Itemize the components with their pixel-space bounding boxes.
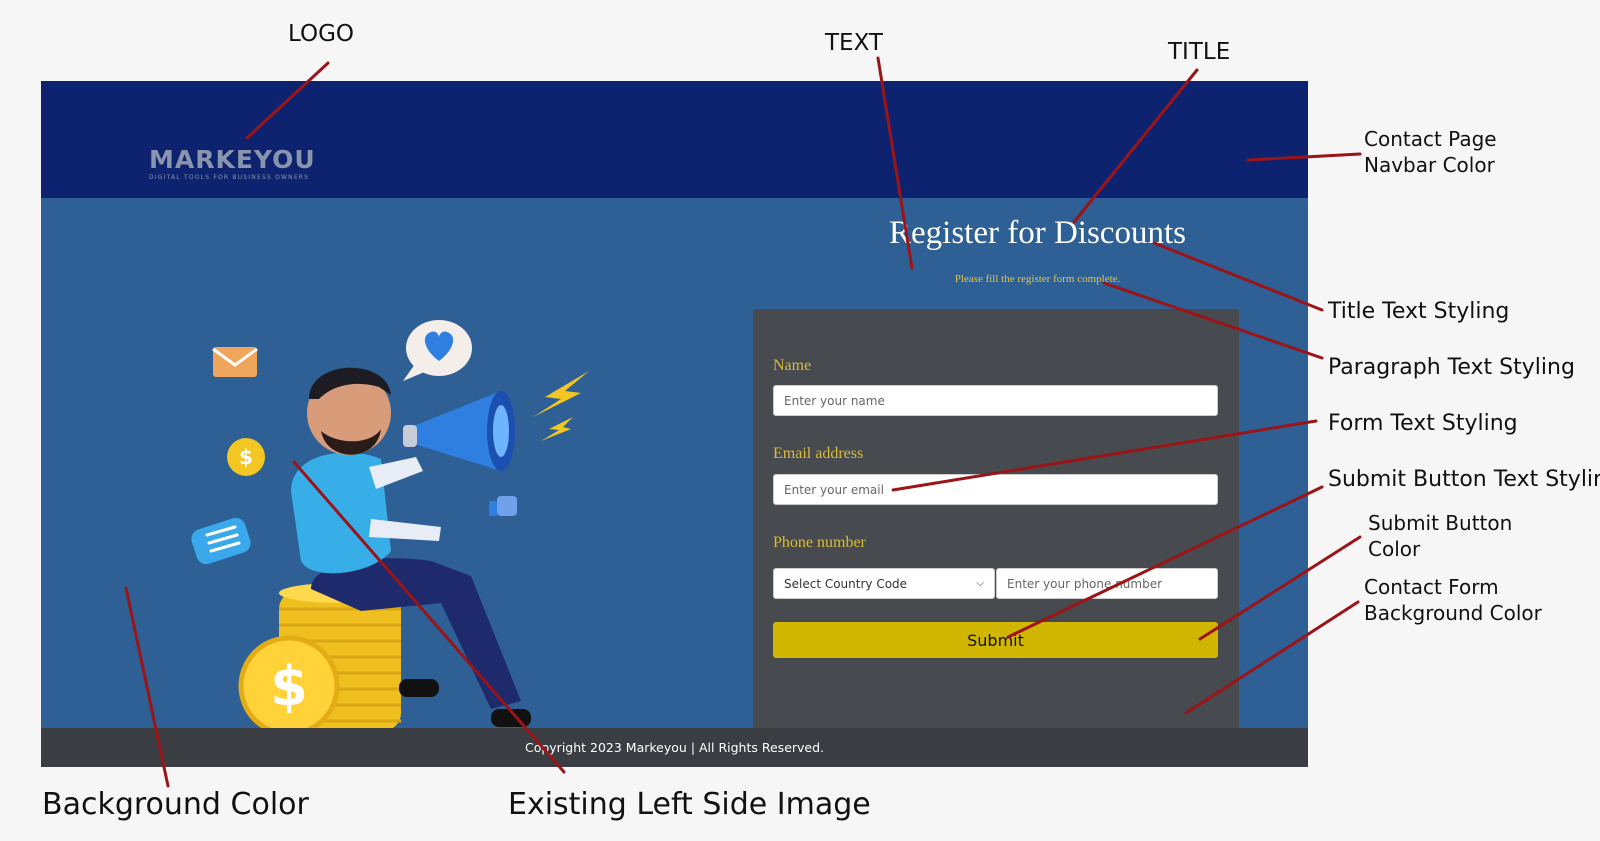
heart-chat-icon [403, 320, 472, 381]
annotation-submit-color-line2: Color [1368, 537, 1421, 561]
annotation-form-bg-color-line1: Contact Form [1364, 575, 1499, 599]
phone-input[interactable] [996, 568, 1218, 599]
annotation-form-bg-color: Contact Form Background Color [1364, 574, 1542, 626]
megaphone-icon [403, 391, 515, 471]
annotation-background-color: Background Color [42, 787, 309, 822]
annotation-submit-text-styling: Submit Button Text Styling [1328, 467, 1600, 492]
envelope-icon [212, 347, 258, 377]
submit-button[interactable]: Submit [773, 622, 1218, 658]
annotation-navbar-color: Contact Page Navbar Color [1364, 126, 1497, 178]
annotation-navbar-color-line2: Navbar Color [1364, 153, 1495, 177]
logo[interactable]: MARKEYOU DIGITAL TOOLS FOR BUSINESS OWNE… [149, 147, 316, 181]
annotation-title-styling: Title Text Styling [1328, 299, 1510, 324]
hero-illustration: $ $ [191, 320, 589, 737]
annotation-paragraph-styling: Paragraph Text Styling [1328, 355, 1575, 380]
name-input[interactable] [773, 385, 1218, 416]
annotation-form-bg-color-line2: Background Color [1364, 601, 1542, 625]
footer: Copyright 2023 Markeyou | All Rights Res… [41, 728, 1308, 767]
country-code-value: Select Country Code [784, 576, 908, 591]
annotation-submit-color-line1: Submit Button [1368, 511, 1513, 535]
footer-copyright: Copyright 2023 Markeyou | All Rights Res… [524, 740, 825, 755]
email-input[interactable] [773, 474, 1218, 505]
register-form: Name Email address Phone number Select C… [753, 309, 1239, 767]
page-subtitle: Please fill the register form complete. [954, 273, 1121, 285]
email-label: Email address [773, 445, 864, 462]
website-frame: MARKEYOU DIGITAL TOOLS FOR BUSINESS OWNE… [41, 81, 1308, 767]
annotation-form-styling: Form Text Styling [1328, 411, 1518, 436]
country-code-select[interactable]: Select Country Code ⌵ [773, 568, 995, 599]
lightning-icon [533, 371, 589, 441]
svg-text:$: $ [239, 445, 253, 469]
name-label: Name [773, 357, 812, 374]
annotation-title: TITLE [1168, 39, 1231, 65]
thumbs-up-icon [489, 496, 517, 516]
navbar: MARKEYOU DIGITAL TOOLS FOR BUSINESS OWNE… [41, 81, 1308, 198]
chat-bubble-icon [191, 517, 251, 565]
page-title: Register for Discounts [889, 215, 1186, 251]
phone-label: Phone number [773, 534, 866, 551]
annotation-left-image: Existing Left Side Image [508, 787, 871, 822]
chevron-down-icon: ⌵ [976, 578, 984, 589]
annotation-logo: LOGO [288, 21, 355, 47]
svg-text:$: $ [270, 655, 308, 718]
logo-name: MARKEYOU [149, 145, 316, 174]
annotation-navbar-color-line1: Contact Page [1364, 127, 1497, 151]
dollar-coin-icon: $ [227, 438, 265, 476]
logo-tagline: DIGITAL TOOLS FOR BUSINESS OWNERS [149, 174, 310, 181]
annotation-submit-color: Submit Button Color [1368, 510, 1512, 562]
annotation-text: TEXT [825, 30, 883, 56]
